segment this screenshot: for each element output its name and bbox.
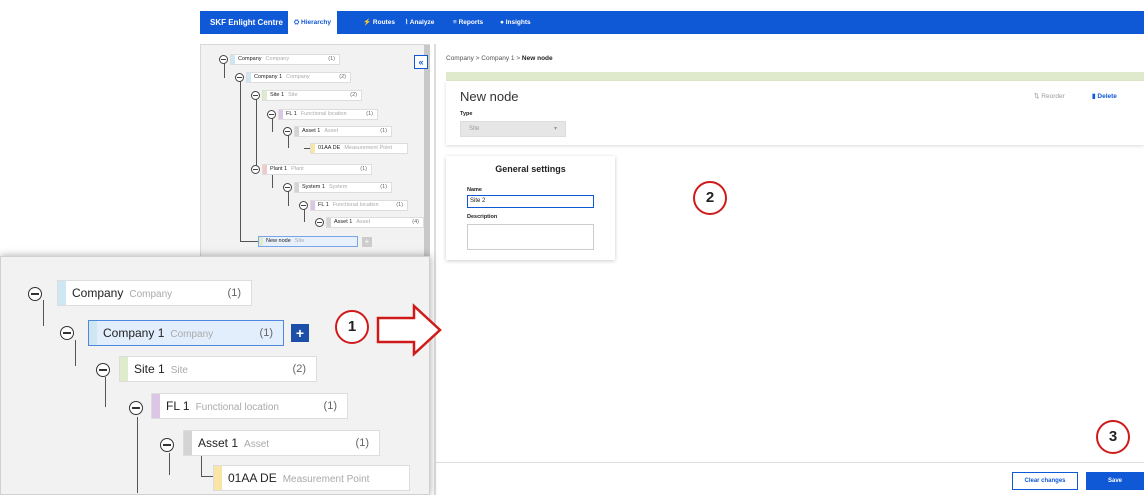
tree-node-new-node[interactable]: New node Site <box>258 236 358 247</box>
reorder-button[interactable]: ⇅ Reorder <box>1034 92 1065 100</box>
zoom-node-site-1[interactable]: Site 1 Site (2) <box>119 356 317 382</box>
collapse-toggle[interactable] <box>299 201 308 210</box>
panel-divider[interactable] <box>434 44 436 495</box>
top-nav: SKF Enlight Centre ⛭ Hierarchy ⚡ Routes … <box>200 11 1144 34</box>
collapse-toggle[interactable] <box>283 183 292 192</box>
name-label: Name <box>467 187 482 193</box>
tree-node-fl-1-b[interactable]: FL 1 Functional location (1) <box>310 200 408 211</box>
general-settings-card: General settings Name Site 2 Description <box>446 156 615 260</box>
tree-line <box>256 98 257 170</box>
breadcrumb-current: New node <box>521 55 553 62</box>
tree-line <box>169 453 170 475</box>
zoom-node-asset-1[interactable]: Asset 1 Asset (1) <box>183 430 380 456</box>
tree-node-asset-1-b[interactable]: Asset 1 Asset (4) <box>326 217 424 228</box>
save-button[interactable]: Save <box>1086 472 1144 490</box>
collapse-toggle[interactable] <box>235 73 244 82</box>
zoom-node-company[interactable]: Company Company (1) <box>57 280 252 306</box>
node-title: New node <box>460 89 519 104</box>
collapse-toggle[interactable] <box>60 326 74 340</box>
tab-routes[interactable]: ⚡ Routes <box>363 11 395 34</box>
type-select[interactable]: Site ▾ <box>460 121 566 137</box>
collapse-toggle[interactable] <box>28 287 42 301</box>
tree-node-system-1[interactable]: System 1 System (1) <box>294 182 392 193</box>
callout-3: 3 <box>1096 420 1130 454</box>
tree-line <box>240 80 241 242</box>
name-input[interactable]: Site 2 <box>467 195 594 208</box>
collapse-toggle[interactable] <box>267 110 276 119</box>
tree-node-company[interactable]: Company Company (1) <box>230 54 340 65</box>
collapse-toggle[interactable] <box>315 218 324 227</box>
tab-hierarchy[interactable]: ⛭ Hierarchy <box>288 11 338 34</box>
right-arrow-icon <box>376 303 442 357</box>
collapse-panel-button[interactable]: « <box>414 55 428 69</box>
zoom-node-fl-1[interactable]: FL 1 Functional location (1) <box>151 393 348 419</box>
collapse-toggle[interactable] <box>96 363 110 377</box>
tree-line <box>201 476 213 477</box>
zoom-node-01aa-de[interactable]: 01AA DE Measurement Point <box>213 465 410 491</box>
tab-insights[interactable]: ● Insights <box>500 11 531 34</box>
hierarchy-icon: ⛭ <box>294 19 302 26</box>
node-header-card: New node Type Site ▾ ⇅ Reorder ▮ Delete <box>446 81 1144 145</box>
collapse-toggle[interactable] <box>251 165 260 174</box>
routes-icon: ⚡ <box>363 19 373 26</box>
general-settings-title: General settings <box>495 164 566 174</box>
tree-node-asset-1[interactable]: Asset 1 Asset (1) <box>294 126 392 137</box>
chevron-down-icon: ▾ <box>553 126 557 132</box>
callout-1: 1 <box>335 310 369 344</box>
tree-line <box>272 118 273 132</box>
delete-button[interactable]: ▮ Delete <box>1092 92 1117 100</box>
tree-line <box>105 377 106 407</box>
tree-node-plant-1[interactable]: Plant 1 Plant (1) <box>262 164 372 175</box>
tree-line <box>43 300 44 326</box>
tree-line <box>288 134 289 148</box>
tree-node-01aa-de[interactable]: 01AA DE Measurement Point <box>310 143 408 154</box>
add-child-button[interactable]: + <box>291 324 309 342</box>
collapse-toggle[interactable] <box>251 91 260 100</box>
collapse-toggle[interactable] <box>283 127 292 136</box>
tree-line <box>224 63 225 78</box>
tree-line <box>240 241 258 242</box>
zoom-node-company-1[interactable]: Company 1 Company (1) <box>88 320 284 346</box>
breadcrumb: Company > Company 1 > New node <box>446 55 553 62</box>
node-color-bar <box>446 72 1144 81</box>
tree-line <box>288 190 289 206</box>
breadcrumb-item[interactable]: Company <box>446 55 474 62</box>
tree-node-fl-1[interactable]: FL 1 Functional location (1) <box>278 109 378 120</box>
type-label: Type <box>460 111 473 117</box>
tree-line <box>75 340 76 366</box>
tab-analyze[interactable]: ⌇ Analyze <box>405 11 434 34</box>
zoomed-tree-inset: Company Company (1) Company 1 Company (1) + … <box>0 256 430 495</box>
collapse-toggle[interactable] <box>160 438 174 452</box>
tree-node-site-1[interactable]: Site 1 Site (2) <box>262 90 362 101</box>
add-child-button[interactable]: + <box>362 237 372 247</box>
tree-line <box>137 417 138 493</box>
tab-reports[interactable]: ≡ Reports <box>453 11 483 34</box>
callout-2: 2 <box>693 181 727 215</box>
brand-title[interactable]: SKF Enlight Centre <box>210 11 283 34</box>
clear-changes-button[interactable]: Clear changes <box>1012 472 1078 490</box>
collapse-toggle[interactable] <box>129 401 143 415</box>
collapse-toggle[interactable] <box>219 55 228 64</box>
description-label: Description <box>467 214 498 220</box>
description-textarea[interactable] <box>467 224 594 250</box>
breadcrumb-item[interactable]: Company 1 <box>481 55 514 62</box>
tree-node-company-1[interactable]: Company 1 Company (2) <box>246 72 351 83</box>
